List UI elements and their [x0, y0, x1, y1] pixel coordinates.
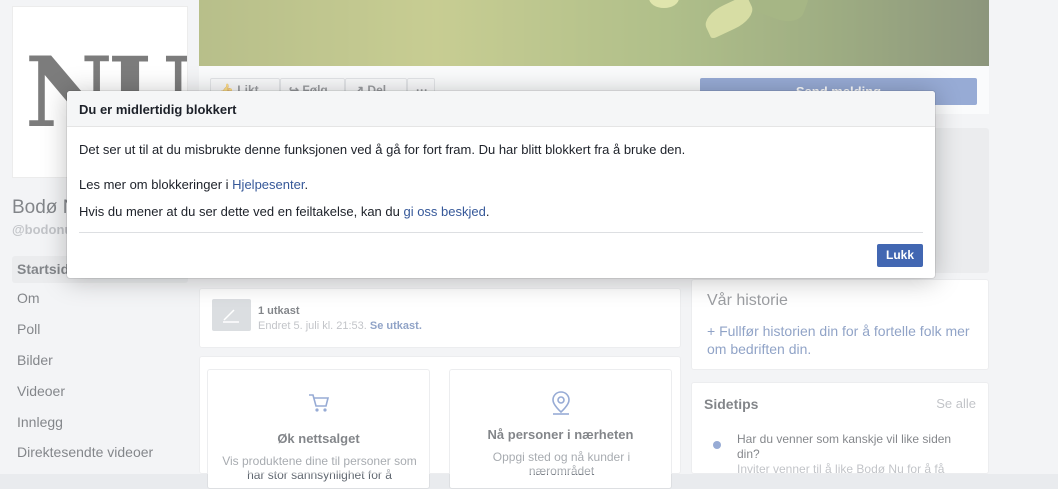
report-mistake-link[interactable]: gi oss beskjed [403, 204, 485, 219]
blocked-dialog: Du er midlertidig blokkert Det ser ut ti… [67, 91, 935, 278]
dialog-header: Du er midlertidig blokkert [67, 91, 935, 127]
learn-more-suffix: . [304, 177, 309, 192]
mistake-prefix: Hvis du mener at du ser dette ved en fei… [79, 204, 404, 219]
close-button[interactable]: Lukk [877, 244, 923, 267]
dialog-message: Det ser ut til at du misbrukte denne fun… [79, 142, 686, 157]
learn-more-text: Les mer om blokkeringer i Hjelpesenter. [79, 177, 308, 192]
dialog-divider [79, 232, 923, 233]
mistake-suffix: . [485, 204, 490, 219]
mistake-text: Hvis du mener at du ser dette ved en fei… [79, 204, 489, 219]
learn-more-prefix: Les mer om blokkeringer i [79, 177, 233, 192]
help-center-link[interactable]: Hjelpesenter [232, 177, 304, 192]
dialog-title: Du er midlertidig blokkert [79, 102, 237, 117]
